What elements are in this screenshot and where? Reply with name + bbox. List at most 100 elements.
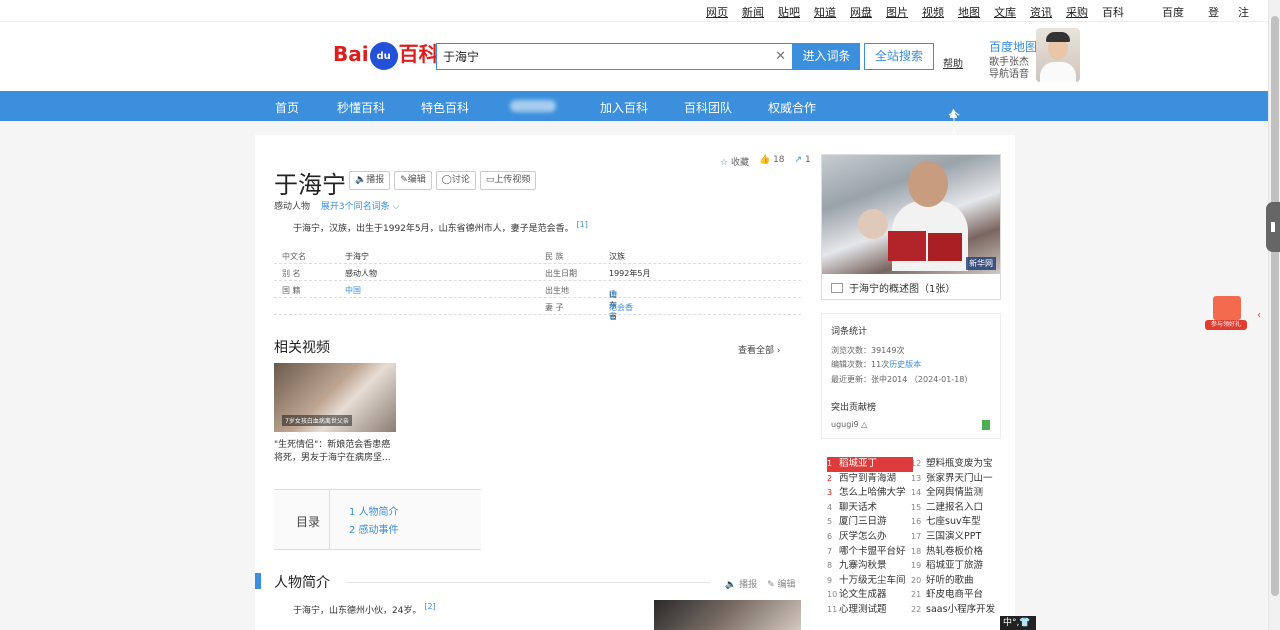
summary-photo-card[interactable]: 新华网 于海宁的概述图（1张） (821, 154, 1001, 300)
hot-item[interactable]: 18 热轧卷板价格 (911, 545, 997, 560)
section-broadcast-button[interactable]: 🔈 播报 (725, 577, 757, 590)
baike-logo[interactable]: Bai du 百科 (333, 38, 439, 70)
info-key: 妻 子 (545, 303, 564, 312)
hot-item[interactable]: 16 七座suv车型 (911, 515, 997, 530)
entry-category: 感动人物 (274, 202, 311, 212)
pencil-icon: ✎ (400, 175, 408, 185)
hot-item[interactable]: 9 十万级无尘车间 (827, 574, 913, 589)
enter-entry-button[interactable]: 进入词条 (793, 43, 860, 70)
help-link[interactable]: 帮助 (943, 55, 963, 70)
link-map[interactable]: 地图 (958, 4, 980, 20)
bookmark-icon[interactable] (982, 420, 990, 430)
hot-item[interactable]: 17 三国演义PPT (911, 530, 997, 545)
side-handle[interactable] (1266, 202, 1280, 252)
hot-search-list: 1 稻城亚丁 2 西宁到青海湖 3 怎么上哈佛大学 4 聊天话术 5 厦门三日游 6 厌学怎… (821, 449, 1001, 630)
share-button[interactable]: ↗ 1 (795, 155, 811, 168)
toc-item[interactable]: 1 人物简介 (349, 503, 399, 518)
toc-item[interactable]: 2 感动事件 (349, 521, 399, 536)
hot-item[interactable]: 6 厌学怎么办 (827, 530, 913, 545)
hot-item[interactable]: 22 saas小程序开发 (911, 603, 997, 618)
hot-item[interactable]: 15 二建报名入口 (911, 501, 997, 516)
history-link[interactable]: 历史版本 (889, 360, 921, 369)
see-all-link[interactable]: 查看全部 › (738, 343, 781, 356)
favorite-button[interactable]: ☆ 收藏 (720, 155, 749, 168)
section-photo[interactable] (654, 600, 801, 630)
info-value-link[interactable]: 范会香 (609, 302, 633, 313)
video-title[interactable]: "生死情侣"：新娘范会香患癌将死，男友于海宁在病房坚... (274, 439, 398, 465)
section-tools: 🔈 播报 ✎ 编辑 (725, 577, 796, 590)
broadcast-button[interactable]: 🔈播报 (349, 171, 391, 190)
hot-item[interactable]: 21 虾皮电商平台 (911, 588, 997, 603)
section-marker (255, 573, 261, 589)
reference-link[interactable]: [1] (577, 220, 588, 229)
clear-icon[interactable]: ✕ (775, 49, 786, 64)
nav-team[interactable]: 百科团队 (684, 99, 732, 116)
info-value: 汉族 (609, 252, 625, 261)
nav-join[interactable]: 加入百科 (600, 99, 648, 116)
gift-widget[interactable]: 参与领好礼 (1205, 294, 1247, 334)
link-tieba[interactable]: 贴吧 (778, 4, 800, 20)
related-videos-heading: 相关视频 (274, 340, 330, 356)
hot-item[interactable]: 3 怎么上哈佛大学 (827, 486, 913, 501)
hot-item[interactable]: 11 心理测试题 (827, 603, 913, 618)
site-search-button[interactable]: 全站搜索 (864, 43, 934, 70)
hot-item[interactable]: 8 九寨沟秋景 (827, 559, 913, 574)
ad-line-2[interactable]: 导航语音 (989, 65, 1029, 80)
info-value-link[interactable]: 中国 (345, 285, 361, 296)
hot-item[interactable]: 5 厦门三日游 (827, 515, 913, 530)
like-button[interactable]: 👍 18 (759, 155, 785, 168)
hot-item[interactable]: 14 全网舆情监测 (911, 486, 997, 501)
hot-item[interactable]: 12 塑料瓶变废为宝 (911, 457, 997, 472)
link-web[interactable]: 网页 (706, 4, 728, 20)
info-key: 民 族 (545, 252, 564, 261)
edit-button[interactable]: ✎编辑 (394, 171, 432, 190)
hot-item[interactable]: 19 稻城亚丁旅游 (911, 559, 997, 574)
summary-photo[interactable]: 新华网 (822, 155, 1000, 274)
hot-list-left: 1 稻城亚丁 2 西宁到青海湖 3 怎么上哈佛大学 4 聊天话术 5 厦门三日游 6 厌学怎… (827, 457, 913, 618)
hot-item[interactable]: 4 聊天话术 (827, 501, 913, 516)
photo-caption[interactable]: 于海宁的概述图（1张） (831, 280, 955, 295)
hot-item[interactable]: 1 稻城亚丁 (827, 457, 913, 472)
info-key: 国 籍 (282, 286, 301, 295)
info-key: 中文名 (282, 252, 306, 261)
entry-subtitle: 感动人物 展开3个同名词条 ⌵ (274, 199, 399, 212)
hot-item[interactable]: 13 张家界天门山一 (911, 472, 997, 487)
section-title: 人物简介 (274, 575, 330, 591)
link-video[interactable]: 视频 (922, 4, 944, 20)
link-images[interactable]: 图片 (886, 4, 908, 20)
link-zixun[interactable]: 资讯 (1030, 4, 1052, 20)
hot-item[interactable]: 10 论文生成器 (827, 588, 913, 603)
ime-indicator[interactable]: 中°,👕 (1000, 616, 1036, 630)
hot-item[interactable]: 2 西宁到青海湖 (827, 472, 913, 487)
nav-partners[interactable]: 权威合作 (768, 99, 816, 116)
nav-featured[interactable]: 特色百科 (421, 99, 469, 116)
nav-miaodong[interactable]: 秒懂百科 (337, 99, 385, 116)
page-scrollbar[interactable] (1268, 0, 1280, 630)
link-zhidao[interactable]: 知道 (814, 4, 836, 20)
header: Baidu百科 ✕ 进入词条 全站搜索 帮助 百度地图 歌手张杰 导航语音 (0, 22, 1268, 91)
chat-icon: ◯ (441, 175, 452, 185)
video-thumbnail[interactable]: 7岁女孩白血病离世父亲 (274, 363, 396, 432)
link-baike: 百科 (1102, 6, 1124, 19)
gift-label: 参与领好礼 (1205, 320, 1247, 330)
link-pan[interactable]: 网盘 (850, 4, 872, 20)
reference-link[interactable]: [2] (424, 602, 435, 611)
scrollbar-thumb[interactable] (1271, 16, 1279, 596)
link-news[interactable]: 新闻 (742, 4, 764, 20)
ad-avatar[interactable] (1036, 28, 1080, 82)
search-input[interactable] (437, 44, 757, 69)
discuss-button[interactable]: ◯讨论 (435, 171, 476, 190)
hot-item[interactable]: 20 好听的歌曲 (911, 574, 997, 589)
nav-home[interactable]: 首页 (275, 99, 299, 116)
link-caigou[interactable]: 采购 (1066, 4, 1088, 20)
hot-item[interactable]: 7 哪个卡盟平台好 (827, 545, 913, 560)
info-row: 别 名 感动人物 出生日期 1992年5月 (274, 264, 801, 281)
chevron-left-icon[interactable]: ‹ (1257, 310, 1261, 321)
upload-video-button[interactable]: ▭上传视频 (479, 171, 537, 190)
top-links-bar: 网页 新闻 贴吧 知道 网盘 图片 视频 地图 文库 资讯 采购 百科 百度首页… (0, 0, 1268, 35)
nav-blurred-item[interactable] (510, 100, 556, 112)
expand-homonyms-link[interactable]: 展开3个同名词条 ⌵ (321, 202, 399, 212)
contributor[interactable]: ugugi9 △ (831, 420, 867, 429)
section-edit-button[interactable]: ✎ 编辑 (767, 577, 795, 590)
link-wenku[interactable]: 文库 (994, 4, 1016, 20)
